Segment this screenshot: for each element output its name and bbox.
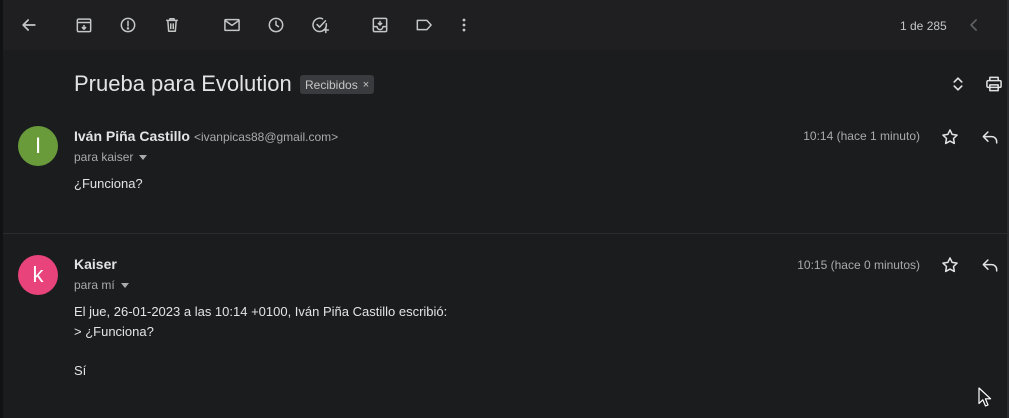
message-counter: 1 de 285 bbox=[900, 19, 947, 33]
report-icon bbox=[120, 17, 136, 33]
chevron-down-icon bbox=[139, 154, 148, 160]
sender-name[interactable]: Iván Piña Castillo <ivanpicas88@gmail.com… bbox=[74, 128, 338, 144]
add-task-button[interactable] bbox=[306, 11, 334, 39]
avatar-letter: k bbox=[32, 262, 44, 287]
avatar: k bbox=[18, 255, 58, 295]
move-to-button[interactable] bbox=[366, 11, 394, 39]
print-icon bbox=[986, 76, 1002, 92]
message-time: 10:15 (hace 0 minutos) bbox=[797, 258, 920, 272]
label-remove-button[interactable]: × bbox=[363, 79, 369, 91]
mark-unread-button[interactable] bbox=[218, 11, 246, 39]
label-chip-text: Recibidos bbox=[305, 77, 358, 92]
recipients-toggle[interactable]: para mí bbox=[74, 278, 129, 292]
quote-header-line: El jue, 26-01-2023 a las 10:14 +0100, Iv… bbox=[74, 304, 448, 319]
message-body-line: ¿Funciona? bbox=[74, 176, 143, 191]
star-button[interactable] bbox=[938, 125, 962, 149]
sender-name-text: Iván Piña Castillo bbox=[74, 128, 190, 144]
avatar: I bbox=[18, 126, 58, 166]
more-button[interactable] bbox=[450, 11, 478, 39]
recipients-text: para kaiser bbox=[74, 150, 134, 164]
sender-name[interactable]: Kaiser bbox=[74, 256, 117, 272]
delete-button[interactable] bbox=[158, 11, 186, 39]
recipients-text: para mí bbox=[74, 278, 115, 292]
previous-button[interactable] bbox=[960, 11, 988, 39]
reply-button[interactable] bbox=[978, 253, 1002, 277]
report-spam-button[interactable] bbox=[114, 11, 142, 39]
archive-button[interactable] bbox=[70, 11, 98, 39]
clock-icon bbox=[268, 17, 284, 33]
star-button[interactable] bbox=[938, 253, 962, 277]
expand-all-button[interactable] bbox=[946, 72, 970, 96]
chevron-left-icon bbox=[970, 19, 977, 31]
mouse-cursor-icon bbox=[978, 387, 992, 407]
labels-button[interactable] bbox=[410, 11, 438, 39]
back-button[interactable] bbox=[15, 11, 43, 39]
mail-icon bbox=[224, 18, 240, 32]
message-time: 10:14 (hace 1 minuto) bbox=[803, 129, 920, 143]
star-icon bbox=[942, 129, 958, 145]
archive-icon bbox=[76, 18, 92, 33]
reply-icon bbox=[982, 259, 998, 272]
snooze-button[interactable] bbox=[262, 11, 290, 39]
move-to-inbox-icon bbox=[372, 17, 388, 33]
reply-button[interactable] bbox=[978, 125, 1002, 149]
avatar-letter: I bbox=[34, 133, 42, 158]
thread-subject: Prueba para Evolution bbox=[74, 71, 292, 96]
sender-email: <ivanpicas88@gmail.com> bbox=[193, 130, 339, 144]
trash-icon bbox=[166, 18, 178, 32]
window-edge bbox=[0, 0, 3, 418]
unfold-more-icon bbox=[953, 77, 963, 91]
chevron-down-icon bbox=[120, 282, 129, 288]
toolbar: 1 de 285 bbox=[3, 0, 1007, 50]
add-task-icon bbox=[312, 17, 330, 34]
more-vert-icon bbox=[462, 18, 466, 32]
recipients-toggle[interactable]: para kaiser bbox=[74, 150, 148, 164]
message-body-line: Sí bbox=[74, 363, 87, 378]
sender-name-text: Kaiser bbox=[74, 256, 117, 272]
message-divider bbox=[3, 233, 1007, 234]
reply-icon bbox=[982, 131, 998, 144]
print-button[interactable] bbox=[982, 72, 1006, 96]
star-icon bbox=[942, 257, 958, 273]
quoted-text-line: > ¿Funciona? bbox=[74, 324, 154, 339]
label-chip: Recibidos × bbox=[300, 75, 375, 94]
arrow-left-icon bbox=[22, 19, 36, 31]
label-icon bbox=[416, 19, 432, 31]
